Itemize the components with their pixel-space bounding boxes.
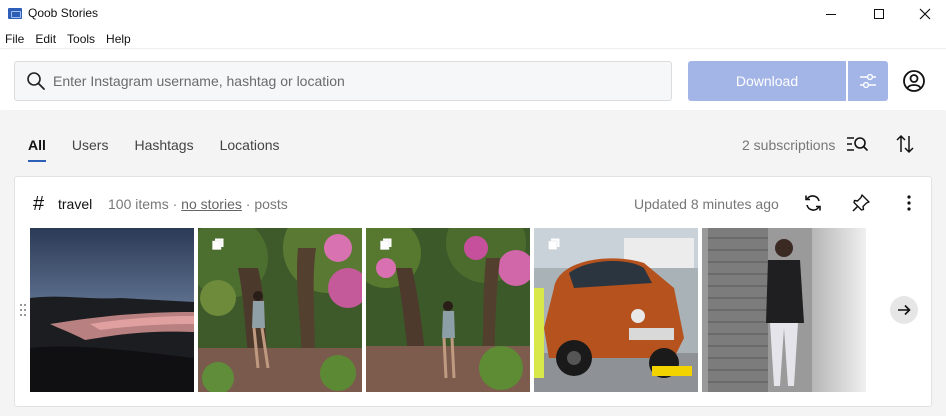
menu-edit[interactable]: Edit xyxy=(30,30,61,48)
hashtag-meta: 100 items · no stories · posts xyxy=(108,196,288,212)
maximize-icon xyxy=(874,9,884,19)
search-box[interactable] xyxy=(14,61,672,101)
thumbnail-vintage-car[interactable] xyxy=(534,228,698,392)
strip-fade xyxy=(810,228,874,392)
title-bar: Qoob Stories xyxy=(0,0,946,28)
tab-users[interactable]: Users xyxy=(72,137,109,161)
filter-button[interactable] xyxy=(848,61,888,101)
thumbnail-woman-garden[interactable] xyxy=(366,228,530,392)
updated-time: Updated 8 minutes ago xyxy=(634,196,779,212)
menu-tools[interactable]: Tools xyxy=(62,30,100,48)
items-count: 100 items xyxy=(108,196,169,212)
user-account-icon xyxy=(903,70,925,92)
search-input[interactable] xyxy=(53,73,653,89)
hashtag-name[interactable]: travel xyxy=(58,196,92,212)
menu-bar: File Edit Tools Help xyxy=(0,30,137,48)
hashtag-icon: # xyxy=(33,193,45,215)
posts-label: posts xyxy=(254,196,288,212)
tab-locations[interactable]: Locations xyxy=(220,137,280,161)
thumbnail-strip xyxy=(30,228,874,392)
window-title: Qoob Stories xyxy=(28,6,99,20)
close-button[interactable] xyxy=(902,0,946,28)
subscription-card: # travel 100 items · no stories · posts … xyxy=(14,176,932,407)
search-icon xyxy=(27,72,45,90)
filter-tabs: All Users Hashtags Locations xyxy=(28,137,306,162)
multi-image-icon xyxy=(380,238,392,250)
app-icon xyxy=(8,8,22,19)
arrow-right-icon xyxy=(898,304,911,316)
close-icon xyxy=(919,8,931,20)
multi-image-icon xyxy=(548,238,560,250)
minimize-button[interactable] xyxy=(808,0,854,28)
download-button[interactable]: Download xyxy=(688,61,846,101)
sort-icon[interactable] xyxy=(894,133,916,155)
meta-separator: · xyxy=(168,196,182,212)
pin-icon[interactable] xyxy=(851,193,871,213)
stories-link[interactable]: no stories xyxy=(181,196,242,212)
refresh-icon[interactable] xyxy=(803,193,823,213)
thumbnail-woman-flowers[interactable] xyxy=(198,228,362,392)
meta-separator: · xyxy=(241,196,255,212)
menu-file[interactable]: File xyxy=(0,30,29,48)
minimize-icon xyxy=(826,13,836,15)
sliders-icon xyxy=(860,73,876,89)
maximize-button[interactable] xyxy=(856,0,902,28)
thumbnail-sunset[interactable] xyxy=(30,228,194,392)
tab-hashtags[interactable]: Hashtags xyxy=(134,137,193,161)
menu-help[interactable]: Help xyxy=(101,30,136,48)
account-button[interactable] xyxy=(900,67,928,95)
list-search-icon[interactable] xyxy=(845,134,869,154)
next-button[interactable] xyxy=(890,296,918,324)
drag-handle-icon[interactable] xyxy=(19,303,27,317)
more-vertical-icon[interactable] xyxy=(899,193,919,213)
tab-all[interactable]: All xyxy=(28,137,46,162)
multi-image-icon xyxy=(212,238,224,250)
top-toolbar: Download xyxy=(0,48,946,110)
subscriptions-count: 2 subscriptions xyxy=(742,137,836,153)
